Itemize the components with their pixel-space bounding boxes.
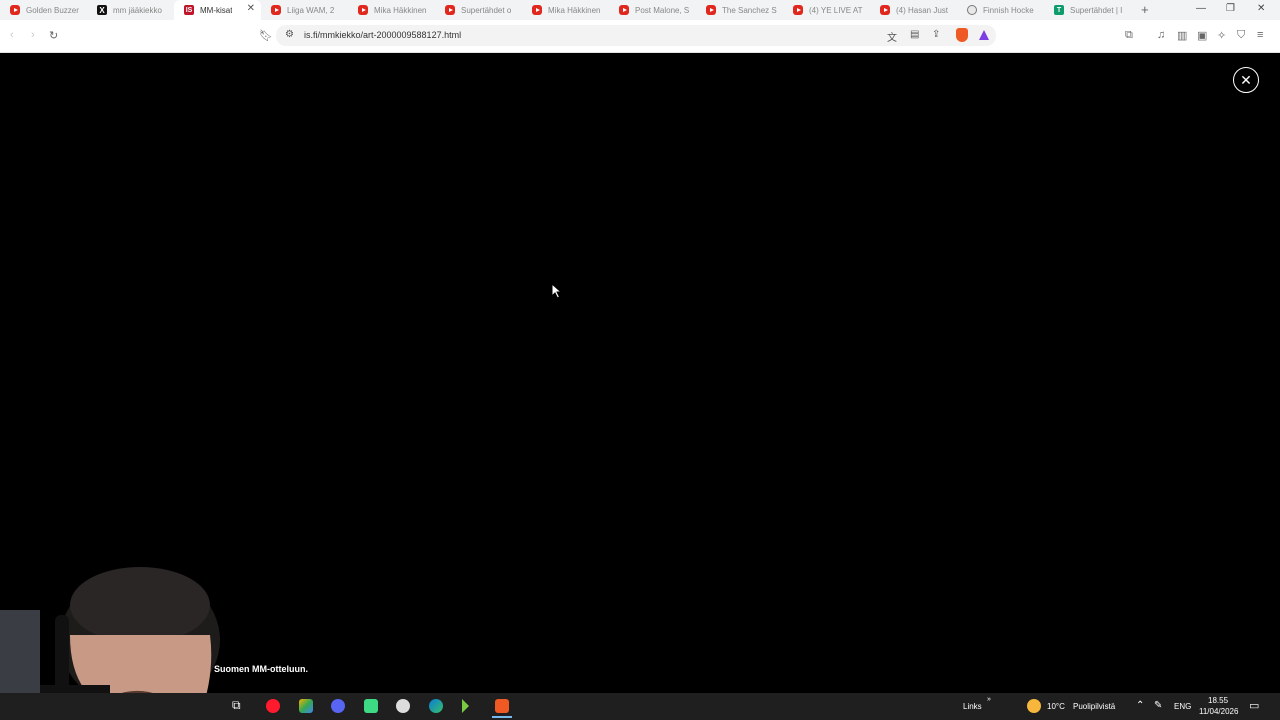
links-toolbar[interactable]: Links bbox=[963, 702, 982, 711]
tab-favicon-icon: T bbox=[1054, 5, 1064, 15]
tab-title: Golden Buzzer bbox=[26, 5, 79, 15]
sidebar-icon[interactable]: ▥ bbox=[1177, 29, 1187, 42]
tab-favicon-icon bbox=[706, 5, 716, 15]
discord-icon[interactable] bbox=[331, 699, 345, 713]
tab-title: Finnish Hocke bbox=[983, 5, 1034, 15]
tab-strip: Golden Buzzer Xmm jääkiekko IS MM-kisat ✕ Lii… bbox=[0, 0, 1280, 20]
vpn-icon[interactable]: ⛉ bbox=[1237, 29, 1245, 42]
tab-title: The Sanchez S bbox=[722, 5, 777, 15]
new-tab-button[interactable]: + bbox=[1141, 2, 1149, 17]
tab-title: Liiga WAM, 2 bbox=[287, 5, 335, 15]
tab-title: (4) Hasan Just bbox=[896, 5, 949, 15]
tab-favicon-icon bbox=[10, 5, 20, 15]
tab-title: Post Malone, S bbox=[635, 5, 690, 15]
tab[interactable]: Xmm jääkiekko bbox=[87, 0, 174, 20]
links-chevron-icon[interactable]: » bbox=[987, 696, 991, 703]
play-app-icon[interactable] bbox=[462, 699, 469, 713]
translate-icon[interactable]: 文 bbox=[887, 29, 897, 44]
language-indicator[interactable]: ENG bbox=[1174, 702, 1191, 711]
android-studio-icon[interactable] bbox=[364, 699, 378, 713]
tab[interactable]: (4) Hasan Just bbox=[870, 0, 957, 20]
screenshot-icon[interactable]: ⧉ bbox=[1125, 29, 1133, 42]
tab[interactable]: Golden Buzzer bbox=[0, 0, 87, 20]
address-bar[interactable]: ⚙︎ is.fi/mmkiekko/art-2000009588127.html… bbox=[276, 25, 996, 46]
wallet-icon[interactable]: ▣ bbox=[1197, 29, 1207, 42]
clock-time[interactable]: 18.55 bbox=[1208, 696, 1228, 705]
tab-favicon-icon bbox=[358, 5, 368, 15]
close-window-button[interactable]: ✕ bbox=[1257, 3, 1265, 14]
clock-date[interactable]: 11/04/2026 bbox=[1199, 707, 1238, 716]
tab-title: Supertähdet | I bbox=[1070, 5, 1123, 15]
menu-icon[interactable]: ≡ bbox=[1257, 29, 1263, 41]
tab[interactable]: Liiga WAM, 2 bbox=[261, 0, 348, 20]
tab-title: Mika Häkkinen bbox=[548, 5, 601, 15]
tab[interactable]: (4) YE LIVE AT bbox=[783, 0, 870, 20]
weather-temp[interactable]: 10°C bbox=[1047, 702, 1065, 711]
tab-title: (4) YE LIVE AT bbox=[809, 5, 863, 15]
weather-desc[interactable]: Puolipilvistä bbox=[1073, 702, 1115, 711]
opera-icon[interactable] bbox=[266, 699, 280, 713]
tab[interactable]: IS MM-kisat ✕ bbox=[174, 0, 261, 20]
tab-favicon-icon bbox=[619, 5, 629, 15]
tab[interactable]: The Sanchez S bbox=[696, 0, 783, 20]
tab-favicon-icon: X bbox=[97, 5, 107, 15]
pen-icon[interactable]: ✎ bbox=[1154, 700, 1162, 711]
tab-favicon-icon bbox=[271, 5, 281, 15]
tab[interactable]: Finnish Hocke bbox=[957, 0, 1044, 20]
bookmark-icon[interactable]: 🔖︎ bbox=[259, 29, 273, 42]
restore-button[interactable]: ❐ bbox=[1226, 3, 1235, 14]
edge-icon[interactable] bbox=[429, 699, 443, 713]
share-icon[interactable]: ⇪ bbox=[932, 29, 940, 40]
tab-favicon-icon bbox=[967, 5, 977, 15]
reader-mode-icon[interactable]: ▤ bbox=[910, 29, 919, 40]
site-info-icon[interactable]: ⚙︎ bbox=[285, 29, 294, 40]
tab-title: MM-kisat bbox=[200, 5, 233, 15]
tab[interactable]: Post Malone, S bbox=[609, 0, 696, 20]
tab-title: Mika Häkkinen bbox=[374, 5, 427, 15]
media-icon[interactable]: ♫ bbox=[1157, 29, 1165, 41]
taskbar: ⧉ Links » 10°C Puolipilvistä ⌃ ✎ ENG 18.… bbox=[0, 693, 1280, 720]
tab[interactable]: Supertähdet o bbox=[435, 0, 522, 20]
tab-favicon-icon bbox=[880, 5, 890, 15]
tab-close-icon[interactable]: ✕ bbox=[247, 3, 255, 14]
tab[interactable]: T Supertähdet | I bbox=[1044, 0, 1131, 20]
close-overlay-button[interactable]: ✕ bbox=[1233, 67, 1259, 93]
reload-icon[interactable]: ↻ bbox=[49, 29, 58, 42]
leo-ai-icon[interactable]: ✧ bbox=[1217, 29, 1226, 42]
browser-toolbar: ‹ › ↻ 🔖︎ ⚙︎ is.fi/mmkiekko/art-200000958… bbox=[0, 20, 1280, 53]
tab[interactable]: Mika Häkkinen bbox=[522, 0, 609, 20]
forward-icon[interactable]: › bbox=[31, 29, 35, 41]
brave-shields-icon[interactable] bbox=[956, 28, 968, 42]
tab-favicon-icon: IS bbox=[184, 5, 194, 15]
task-view-icon[interactable]: ⧉ bbox=[232, 698, 246, 712]
tab-favicon-icon bbox=[532, 5, 542, 15]
weather-icon[interactable] bbox=[1027, 699, 1041, 713]
caption-text: Suomen MM-otteluun. bbox=[214, 664, 308, 674]
brave-taskbar-icon[interactable] bbox=[492, 699, 512, 718]
tab-title: Supertähdet o bbox=[461, 5, 512, 15]
tab[interactable]: Mika Häkkinen bbox=[348, 0, 435, 20]
tab-favicon-icon bbox=[445, 5, 455, 15]
mouse-cursor-icon bbox=[551, 283, 563, 299]
minimize-button[interactable]: — bbox=[1196, 3, 1206, 14]
google-drive-icon[interactable] bbox=[299, 699, 313, 713]
url-text[interactable]: is.fi/mmkiekko/art-2000009588127.html bbox=[304, 30, 461, 40]
tab-title: mm jääkiekko bbox=[113, 5, 162, 15]
notifications-icon[interactable]: ▭ bbox=[1249, 699, 1259, 712]
back-icon[interactable]: ‹ bbox=[10, 29, 14, 41]
tray-chevron-icon[interactable]: ⌃ bbox=[1136, 700, 1144, 711]
tab-favicon-icon bbox=[793, 5, 803, 15]
brave-rewards-icon[interactable] bbox=[979, 30, 989, 40]
app-icon[interactable] bbox=[396, 699, 410, 713]
